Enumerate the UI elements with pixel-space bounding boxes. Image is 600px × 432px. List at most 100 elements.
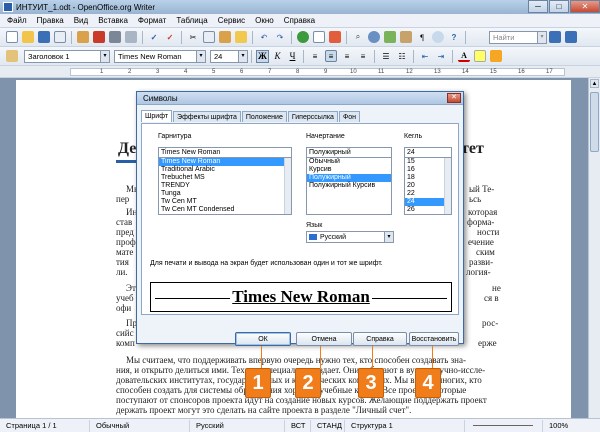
ok-button[interactable]: ОК xyxy=(235,332,291,346)
font-size-select[interactable]: 24 ▾ xyxy=(210,49,248,63)
horizontal-ruler[interactable]: 1 2 3 4 5 6 7 8 9 10 11 12 13 14 15 16 1… xyxy=(0,66,600,78)
vertical-scrollbar[interactable]: ▲ xyxy=(588,78,600,418)
print-icon[interactable] xyxy=(109,31,121,43)
dialog-close-icon[interactable]: ✕ xyxy=(447,93,461,103)
family-list-item[interactable]: Trebuchet MS xyxy=(159,174,291,182)
spellcheck-icon[interactable]: ✓ xyxy=(148,31,160,43)
chevron-down-icon[interactable]: ▾ xyxy=(537,31,546,43)
undo-icon[interactable]: ↶ xyxy=(258,31,270,43)
language-select[interactable]: Русский ▾ xyxy=(306,231,394,243)
size-list-scrollbar[interactable] xyxy=(444,158,451,214)
edit-file-icon[interactable] xyxy=(77,31,89,43)
save-icon[interactable] xyxy=(38,31,50,43)
scroll-thumb[interactable] xyxy=(590,92,599,152)
numbering-icon[interactable]: ☰ xyxy=(380,50,392,62)
tab-font[interactable]: Шрифт xyxy=(141,110,173,122)
chevron-down-icon[interactable]: ▾ xyxy=(238,50,247,62)
size-list[interactable]: 15 16 18 20 22 24 26 xyxy=(404,157,452,215)
decrease-indent-icon[interactable]: ⇤ xyxy=(419,50,431,62)
family-list-item[interactable]: TRENDY xyxy=(159,182,291,190)
cut-icon[interactable]: ✂ xyxy=(187,31,199,43)
menu-format[interactable]: Формат xyxy=(133,16,171,25)
find-replace-icon[interactable]: ⌕ xyxy=(352,31,364,43)
scroll-up-arrow[interactable]: ▲ xyxy=(590,79,599,88)
menu-edit[interactable]: Правка xyxy=(32,16,69,25)
gallery-icon[interactable] xyxy=(384,31,396,43)
menu-window[interactable]: Окно xyxy=(250,16,279,25)
family-list-item[interactable]: Tw Cen MT Condensed xyxy=(159,206,291,214)
tab-font-effects[interactable]: Эффекты шрифта xyxy=(173,111,241,122)
tab-background[interactable]: Фон xyxy=(338,111,361,122)
typeface-list-item[interactable]: Курсив xyxy=(307,166,391,174)
status-language[interactable]: Русский xyxy=(190,419,285,432)
minimize-button[interactable]: ─ xyxy=(528,0,548,13)
family-list-item[interactable]: Times New Roman xyxy=(159,158,291,166)
paste-icon[interactable] xyxy=(219,31,231,43)
bold-button[interactable]: Ж xyxy=(256,49,269,63)
align-left-icon[interactable]: ≡ xyxy=(309,50,321,62)
menu-view[interactable]: Вид xyxy=(69,16,93,25)
family-list-item[interactable]: Tunga xyxy=(159,190,291,198)
menu-table[interactable]: Таблица xyxy=(171,16,212,25)
highlight-icon[interactable] xyxy=(474,50,486,62)
close-window-button[interactable]: ✕ xyxy=(570,0,600,13)
align-center-icon[interactable]: ≡ xyxy=(325,50,337,62)
family-list-item[interactable]: Traditional Arabic xyxy=(159,166,291,174)
typeface-list-item[interactable]: Обычный xyxy=(307,158,391,166)
menu-insert[interactable]: Вставка xyxy=(93,16,133,25)
zoom-icon[interactable] xyxy=(432,31,444,43)
bullets-icon[interactable]: ☷ xyxy=(396,50,408,62)
open-folder-icon[interactable] xyxy=(22,31,34,43)
new-document-icon[interactable] xyxy=(6,31,18,43)
menu-tools[interactable]: Сервис xyxy=(213,16,250,25)
justify-icon[interactable]: ≡ xyxy=(357,50,369,62)
menu-file[interactable]: Файл xyxy=(2,16,32,25)
family-list-scrollbar[interactable] xyxy=(284,158,291,214)
chevron-down-icon[interactable]: ▾ xyxy=(384,232,393,242)
background-color-icon[interactable] xyxy=(490,50,502,62)
autospell-icon[interactable]: ✓ xyxy=(164,31,176,43)
navigator-icon[interactable] xyxy=(368,31,380,43)
zoom-slider[interactable] xyxy=(465,419,543,432)
redo-icon[interactable]: ↷ xyxy=(274,31,286,43)
help-button[interactable]: Справка xyxy=(353,332,407,346)
menu-help[interactable]: Справка xyxy=(279,16,320,25)
status-insert-mode[interactable]: ВСТ xyxy=(285,419,311,432)
export-pdf-icon[interactable] xyxy=(93,31,105,43)
format-paintbrush-icon[interactable] xyxy=(235,31,247,43)
status-zoom[interactable]: 100% xyxy=(543,420,574,432)
help-icon[interactable]: ? xyxy=(448,31,460,43)
show-draw-functions-icon[interactable] xyxy=(329,31,341,43)
chevron-down-icon[interactable]: ▾ xyxy=(100,50,109,62)
find-input[interactable]: Найти ▾ xyxy=(489,30,547,44)
maximize-button[interactable]: □ xyxy=(549,0,569,13)
typeface-list-item[interactable]: Полужирный xyxy=(307,174,391,182)
family-list-item[interactable]: Tw Cen MT xyxy=(159,198,291,206)
typeface-list-item[interactable]: Полужирный Курсив xyxy=(307,182,391,190)
font-color-icon[interactable]: A xyxy=(458,50,470,62)
italic-button[interactable]: К xyxy=(271,50,284,63)
data-sources-icon[interactable] xyxy=(400,31,412,43)
status-selection-mode[interactable]: СТАНД xyxy=(311,419,345,432)
tab-hyperlink[interactable]: Гиперссылка xyxy=(287,111,338,122)
table-icon[interactable] xyxy=(313,31,325,43)
email-icon[interactable] xyxy=(54,31,66,43)
typeface-list[interactable]: Обычный Курсив Полужирный Полужирный Кур… xyxy=(306,157,392,215)
reset-button[interactable]: Восстановить xyxy=(409,332,459,346)
copy-icon[interactable] xyxy=(203,31,215,43)
family-list[interactable]: Times New Roman Traditional Arabic Trebu… xyxy=(158,157,292,215)
increase-indent-icon[interactable]: ⇥ xyxy=(435,50,447,62)
find-next-icon[interactable] xyxy=(549,31,561,43)
chevron-down-icon[interactable]: ▾ xyxy=(196,50,205,62)
hyperlink-icon[interactable] xyxy=(297,31,309,43)
nonprinting-chars-icon[interactable]: ¶ xyxy=(416,31,428,43)
align-right-icon[interactable]: ≡ xyxy=(341,50,353,62)
cancel-button[interactable]: Отмена xyxy=(296,332,352,346)
styles-icon[interactable] xyxy=(6,50,18,62)
tab-position[interactable]: Положение xyxy=(241,111,287,122)
font-name-select[interactable]: Times New Roman ▾ xyxy=(114,49,206,63)
find-previous-icon[interactable] xyxy=(565,31,577,43)
paragraph-style-select[interactable]: Заголовок 1 ▾ xyxy=(24,49,110,63)
print-preview-icon[interactable] xyxy=(125,31,137,43)
underline-button[interactable]: Ч xyxy=(286,50,299,63)
